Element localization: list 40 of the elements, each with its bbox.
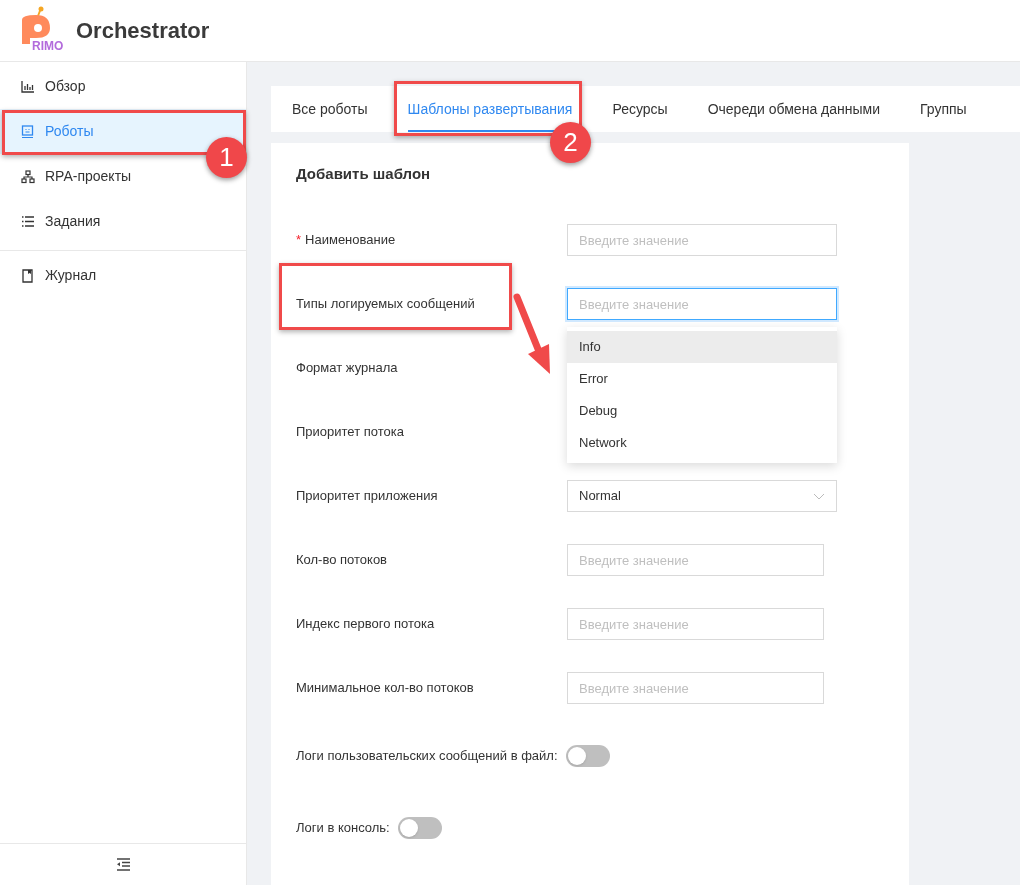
- form-title: Добавить шаблон: [296, 164, 432, 183]
- field-label: Наименование: [305, 231, 396, 250]
- sidebar-item[interactable]: Задания: [0, 199, 109, 244]
- collapse-menu-icon[interactable]: [115, 858, 131, 871]
- field-label: Логи пользовательских сообщений в файл:: [296, 747, 558, 766]
- input-field[interactable]: Введите значение: [567, 672, 824, 704]
- app-title: Orchestrator: [76, 17, 210, 45]
- field-label: Формат журнала: [296, 359, 399, 378]
- required-mark: *: [296, 231, 302, 250]
- sidebar-item[interactable]: Журнал: [0, 253, 105, 298]
- field-label: Типы логируемых сообщений: [296, 295, 476, 314]
- journal-icon: [21, 268, 35, 283]
- input-field[interactable]: Введите значение: [567, 608, 824, 640]
- tab[interactable]: Очереди обмена данными: [707, 86, 880, 132]
- select-field[interactable]: Normal: [567, 480, 837, 512]
- field-label: Индекс первого потока: [296, 615, 436, 634]
- toggle-switch[interactable]: [565, 745, 610, 767]
- sitemap-icon: [21, 169, 35, 184]
- robot-icon: [21, 124, 35, 139]
- field-label: Приоритет приложения: [296, 487, 439, 506]
- list-icon: [21, 214, 35, 229]
- tab[interactable]: Группы: [920, 86, 967, 132]
- dropdown-option[interactable]: Error: [567, 363, 837, 395]
- field-label: Приоритет потока: [296, 423, 405, 442]
- dropdown-option[interactable]: Info: [567, 331, 837, 363]
- input-field[interactable]: Введите значение: [567, 288, 837, 320]
- input-field[interactable]: Введите значение: [567, 224, 837, 256]
- toggle-switch[interactable]: [397, 817, 442, 839]
- tab[interactable]: Ресурсы: [612, 86, 668, 132]
- input-field[interactable]: Введите значение: [567, 544, 824, 576]
- tab[interactable]: Все роботы: [292, 86, 368, 132]
- chevron-down-icon: [813, 492, 825, 500]
- field-label: Минимальное кол-во потоков: [296, 679, 475, 698]
- dropdown-option[interactable]: Network: [567, 427, 837, 459]
- chart-icon: [21, 79, 35, 94]
- sidebar-item[interactable]: Обзор: [0, 64, 94, 109]
- sidebar-item[interactable]: RPA-проекты: [0, 154, 140, 199]
- field-label: Кол-во потоков: [296, 551, 389, 570]
- field-label: Логи в консоль:: [296, 819, 390, 838]
- dropdown-option[interactable]: Debug: [567, 395, 837, 427]
